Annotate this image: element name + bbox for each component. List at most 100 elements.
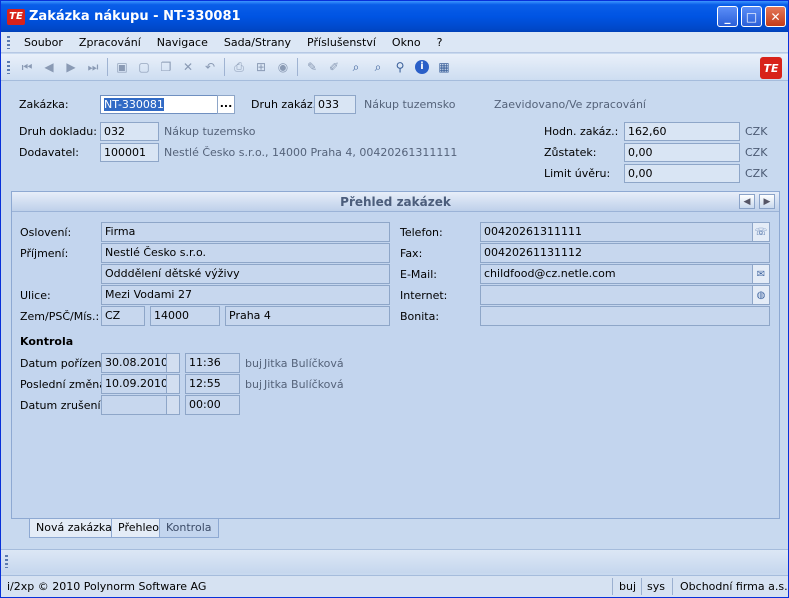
hodn-zakazky-label: Hodn. zakáz.:: [544, 125, 619, 138]
tab-prehled[interactable]: Přehleo: [111, 519, 167, 538]
limit-uveru-field[interactable]: 0,00: [624, 164, 740, 183]
datum-porizeni-user: buj: [245, 357, 263, 370]
new-icon[interactable]: ▢: [133, 57, 155, 77]
first-icon[interactable]: ⏮: [16, 57, 38, 77]
delete-icon[interactable]: ✕: [177, 57, 199, 77]
status-db: sys: [647, 580, 665, 593]
posledni-zmena-field[interactable]: 10.09.2010: [101, 374, 180, 394]
status-divider: [672, 578, 673, 595]
edit-icon[interactable]: ✎: [301, 57, 323, 77]
datum-zruseni-field[interactable]: [101, 395, 180, 415]
menu-navigace[interactable]: Navigace: [149, 36, 216, 49]
application-window: TE Zakázka nákupu - NT-330081 _ □ ✕ Soub…: [0, 0, 789, 598]
window-title: Zakázka nákupu - NT-330081: [29, 9, 241, 24]
email-value: childfood@cz.netle.com: [484, 267, 616, 280]
zakazka-input[interactable]: NT-330081: [100, 95, 218, 114]
zustatek-field[interactable]: 0,00: [624, 143, 740, 162]
datum-porizeni-field[interactable]: 30.08.2010: [101, 353, 180, 373]
druh-zakazky-text: Nákup tuzemsko: [364, 98, 456, 111]
phone-icon[interactable]: ☏: [752, 223, 769, 241]
message-grip-icon[interactable]: [5, 555, 8, 568]
telefon-value: 00420261311111: [484, 225, 582, 238]
panel-next-icon[interactable]: ▶: [759, 194, 775, 209]
osloveni-label: Oslovení:: [20, 226, 72, 239]
globe-icon[interactable]: ◍: [752, 286, 769, 304]
datum-porizeni-label: Datum pořízení:: [20, 357, 109, 370]
menu-zpracovani[interactable]: Zpracování: [71, 36, 149, 49]
close-button[interactable]: ✕: [765, 6, 786, 27]
misto-field[interactable]: Praha 4: [225, 306, 390, 326]
ulice-label: Ulice:: [20, 289, 51, 302]
menu-grip-icon[interactable]: [7, 35, 10, 49]
druh-zakazky-field[interactable]: 033: [314, 95, 356, 114]
status-company: Obchodní firma a.s.: [680, 580, 788, 593]
maximize-button[interactable]: □: [741, 6, 762, 27]
menu-okno[interactable]: Okno: [384, 36, 429, 49]
last-icon[interactable]: ⏭: [82, 57, 104, 77]
fax-field[interactable]: 00420261131112: [480, 243, 770, 263]
telefon-field[interactable]: 00420261311111 ☏: [480, 222, 770, 242]
toolbar-separator: [224, 58, 225, 76]
posledni-zmena-label: Poslední změna:: [20, 378, 110, 391]
calendar-icon[interactable]: [166, 375, 179, 393]
zem-field[interactable]: CZ: [101, 306, 145, 326]
calendar-icon[interactable]: [166, 396, 179, 414]
zakazka-lookup-button[interactable]: ...: [217, 95, 235, 114]
undo-icon[interactable]: ↶: [199, 57, 221, 77]
prijmeni2-field[interactable]: Odddělení dětské výživy: [101, 264, 390, 284]
title-bar[interactable]: TE Zakázka nákupu - NT-330081 _ □ ✕: [1, 1, 788, 32]
datum-porizeni-value: 30.08.2010: [105, 356, 168, 369]
menu-soubor[interactable]: Soubor: [16, 36, 71, 49]
zakazka-value: NT-330081: [104, 98, 164, 111]
posledni-zmena-time[interactable]: 12:55: [185, 374, 240, 394]
hodn-zakazky-field[interactable]: 162,60: [624, 122, 740, 141]
posledni-zmena-value: 10.09.2010: [105, 377, 168, 390]
bonita-field[interactable]: [480, 306, 770, 326]
tab-nova-zakazka[interactable]: Nová zakázka: [29, 519, 119, 538]
dodavatel-label: Dodavatel:: [19, 146, 80, 159]
calendar-icon[interactable]: [166, 354, 179, 372]
fax-label: Fax:: [400, 247, 423, 260]
limit-currency: CZK: [745, 167, 768, 180]
print-icon[interactable]: ⎙: [228, 57, 250, 77]
brand-logo-icon: TE: [760, 57, 782, 79]
prijmeni-label: Příjmení:: [20, 247, 69, 260]
dodavatel-field[interactable]: 100001: [100, 143, 159, 162]
druh-dokladu-label: Druh dokladu:: [19, 125, 97, 138]
menu-prislusenstvi[interactable]: Příslušenství: [299, 36, 384, 49]
minimize-button[interactable]: _: [717, 6, 738, 27]
datum-zruseni-time[interactable]: 00:00: [185, 395, 240, 415]
tab-kontrola[interactable]: Kontrola: [159, 519, 219, 538]
refresh-icon[interactable]: ◉: [272, 57, 294, 77]
internet-field[interactable]: ◍: [480, 285, 770, 305]
psc-field[interactable]: 14000: [150, 306, 220, 326]
tree-icon[interactable]: ⊞: [250, 57, 272, 77]
zoom-icon[interactable]: ⚲: [389, 57, 411, 77]
save-icon[interactable]: ▣: [111, 57, 133, 77]
toolbar: ⏮ ◀ ▶ ⏭ ▣ ▢ ❐ ✕ ↶ ⎙ ⊞ ◉ ✎ ✐ ⌕ ⌕ ⚲ i ▦ TE: [1, 54, 788, 81]
email-field[interactable]: childfood@cz.netle.com ✉: [480, 264, 770, 284]
edit2-icon[interactable]: ✐: [323, 57, 345, 77]
app-logo-icon: TE: [7, 8, 25, 25]
menu-sada-strany[interactable]: Sada/Strany: [216, 36, 299, 49]
prijmeni-field[interactable]: Nestlé Česko s.r.o.: [101, 243, 390, 263]
zakazka-label: Zakázka:: [19, 98, 69, 111]
zem-psc-misto-label: Zem/PSČ/Mís.:: [20, 310, 100, 323]
next-icon[interactable]: ▶: [60, 57, 82, 77]
datum-porizeni-time[interactable]: 11:36: [185, 353, 240, 373]
mail-icon[interactable]: ✉: [752, 265, 769, 283]
copy-icon[interactable]: ❐: [155, 57, 177, 77]
ulice-field[interactable]: Mezi Vodami 27: [101, 285, 390, 305]
osloveni-field[interactable]: Firma: [101, 222, 390, 242]
status-copyright: i/2xp © 2010 Polynorm Software AG: [7, 580, 207, 593]
search-list-icon[interactable]: ⌕: [345, 57, 367, 77]
menu-help[interactable]: ?: [429, 36, 451, 49]
grid-icon[interactable]: ▦: [433, 57, 455, 77]
prev-icon[interactable]: ◀: [38, 57, 60, 77]
druh-dokladu-field[interactable]: 032: [100, 122, 159, 141]
panel-prev-icon[interactable]: ◀: [739, 194, 755, 209]
search-icon[interactable]: ⌕: [367, 57, 389, 77]
status-bar: i/2xp © 2010 Polynorm Software AG buj sy…: [1, 575, 788, 597]
info-icon[interactable]: i: [411, 57, 433, 77]
toolbar-grip-icon[interactable]: [7, 60, 10, 74]
